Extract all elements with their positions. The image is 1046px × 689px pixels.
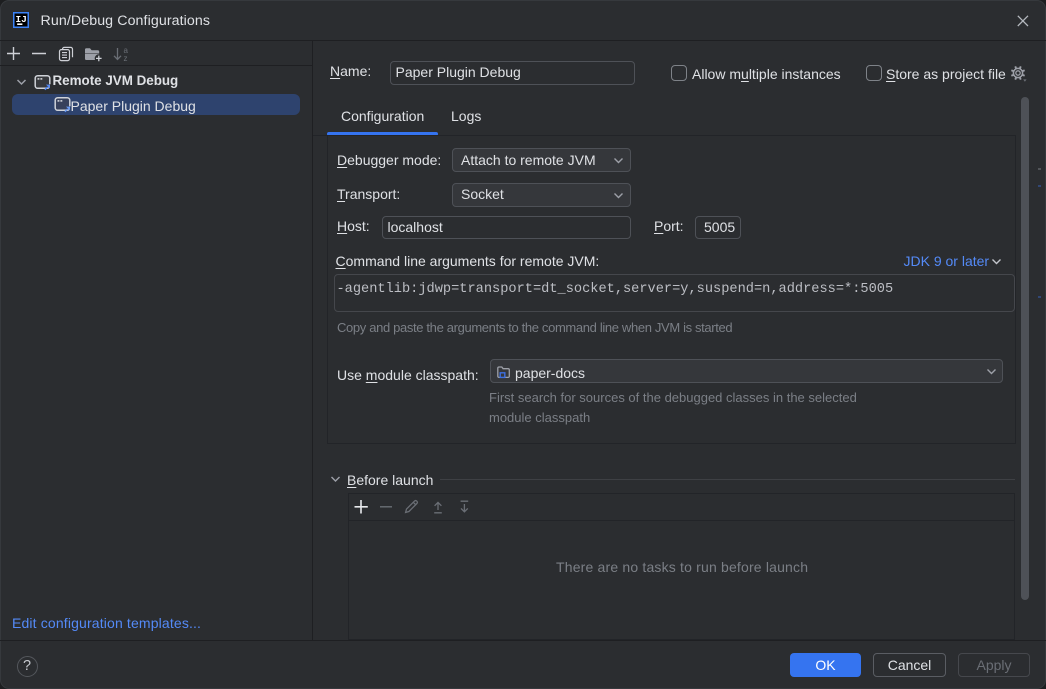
svg-text:z: z — [124, 54, 128, 62]
svg-text:IJ: IJ — [15, 14, 26, 25]
